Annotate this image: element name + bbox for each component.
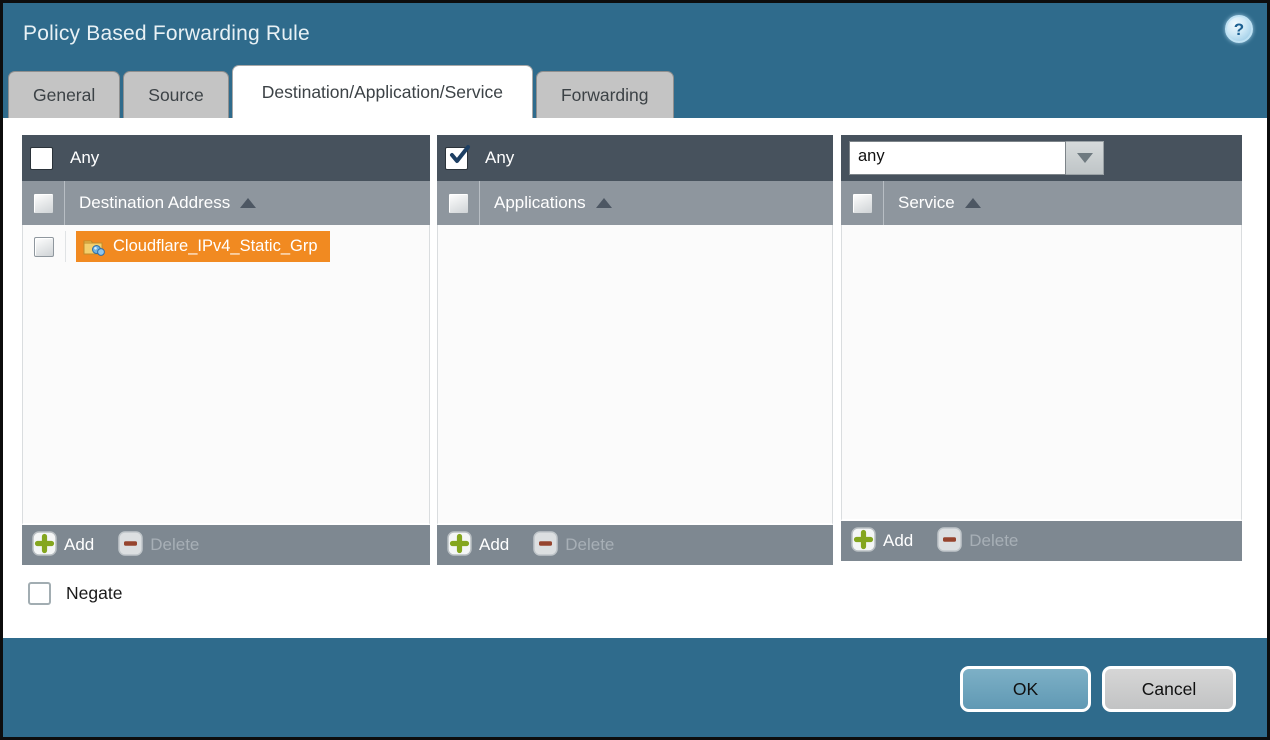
row-checkbox-cell <box>23 231 66 262</box>
add-label: Add <box>479 535 509 555</box>
service-header[interactable]: Service <box>841 181 1242 225</box>
help-icon[interactable]: ? <box>1225 15 1253 43</box>
destination-add-button[interactable]: Add <box>32 531 94 559</box>
destination-footer: Add Delete <box>22 525 430 565</box>
applications-header[interactable]: Applications <box>437 181 833 225</box>
service-delete-button[interactable]: Delete <box>937 527 1018 555</box>
negate-row: Negate <box>28 582 122 605</box>
add-icon <box>447 531 472 559</box>
destination-any-checkbox[interactable] <box>30 147 53 170</box>
add-label: Add <box>64 535 94 555</box>
destination-delete-button[interactable]: Delete <box>118 531 199 559</box>
applications-delete-button[interactable]: Delete <box>533 531 614 559</box>
service-select-all-checkbox[interactable] <box>852 193 873 214</box>
destination-address-panel: Any Destination Address <box>22 135 430 565</box>
page-title: Policy Based Forwarding Rule <box>23 3 310 65</box>
tab-content: Any Destination Address <box>3 118 1267 638</box>
applications-list <box>437 225 833 525</box>
destination-select-all-checkbox[interactable] <box>33 193 54 214</box>
applications-select-all-cell <box>437 181 480 225</box>
service-type-dropdown: any <box>849 141 1104 175</box>
sort-ascending-icon[interactable] <box>240 198 256 208</box>
table-row: Cloudflare_IPv4_Static_Grp <box>23 231 429 262</box>
applications-footer: Add Delete <box>437 525 833 565</box>
destination-address-label: Cloudflare_IPv4_Static_Grp <box>113 237 318 256</box>
delete-label: Delete <box>969 531 1018 551</box>
applications-select-all-checkbox[interactable] <box>448 193 469 214</box>
service-add-button[interactable]: Add <box>851 527 913 555</box>
tab-source[interactable]: Source <box>123 71 228 118</box>
destination-any-bar: Any <box>22 135 430 181</box>
tab-general[interactable]: General <box>8 71 120 118</box>
delete-label: Delete <box>565 535 614 555</box>
pbf-rule-dialog: Policy Based Forwarding Rule ? General S… <box>0 0 1270 740</box>
ok-button[interactable]: OK <box>960 666 1091 712</box>
destination-address-item[interactable]: Cloudflare_IPv4_Static_Grp <box>76 231 330 262</box>
cancel-button[interactable]: Cancel <box>1102 666 1236 712</box>
sort-ascending-icon[interactable] <box>965 198 981 208</box>
applications-any-label: Any <box>485 148 514 168</box>
titlebar: Policy Based Forwarding Rule ? <box>3 3 1267 65</box>
negate-checkbox[interactable] <box>28 582 51 605</box>
service-type-value[interactable]: any <box>849 141 1066 175</box>
service-footer: Add Delete <box>841 521 1242 561</box>
add-icon <box>851 527 876 555</box>
row-checkbox[interactable] <box>34 237 54 257</box>
service-type-bar: any <box>841 135 1242 181</box>
delete-icon <box>533 531 558 559</box>
delete-icon <box>937 527 962 555</box>
service-select-all-cell <box>841 181 884 225</box>
applications-header-label: Applications <box>494 193 586 213</box>
destination-any-label: Any <box>70 148 99 168</box>
applications-panel: Any Applications Add <box>437 135 833 565</box>
destination-select-all-cell <box>22 181 65 225</box>
service-header-label: Service <box>898 193 955 213</box>
destination-address-header[interactable]: Destination Address <box>22 181 430 225</box>
destination-header-label: Destination Address <box>79 193 230 213</box>
negate-label: Negate <box>66 583 122 604</box>
tab-forwarding[interactable]: Forwarding <box>536 71 674 118</box>
add-icon <box>32 531 57 559</box>
chevron-down-icon <box>1077 153 1093 163</box>
sort-ascending-icon[interactable] <box>596 198 612 208</box>
delete-icon <box>118 531 143 559</box>
applications-add-button[interactable]: Add <box>447 531 509 559</box>
service-list <box>841 225 1242 521</box>
service-panel: any Service <box>841 135 1242 561</box>
delete-label: Delete <box>150 535 199 555</box>
applications-any-bar: Any <box>437 135 833 181</box>
applications-any-checkbox[interactable] <box>445 147 468 170</box>
add-label: Add <box>883 531 913 551</box>
destination-list: Cloudflare_IPv4_Static_Grp <box>22 225 430 525</box>
tab-destination-application-service[interactable]: Destination/Application/Service <box>232 65 533 118</box>
tab-bar: General Source Destination/Application/S… <box>8 65 674 118</box>
dropdown-button[interactable] <box>1066 141 1104 175</box>
address-group-icon <box>83 237 105 256</box>
